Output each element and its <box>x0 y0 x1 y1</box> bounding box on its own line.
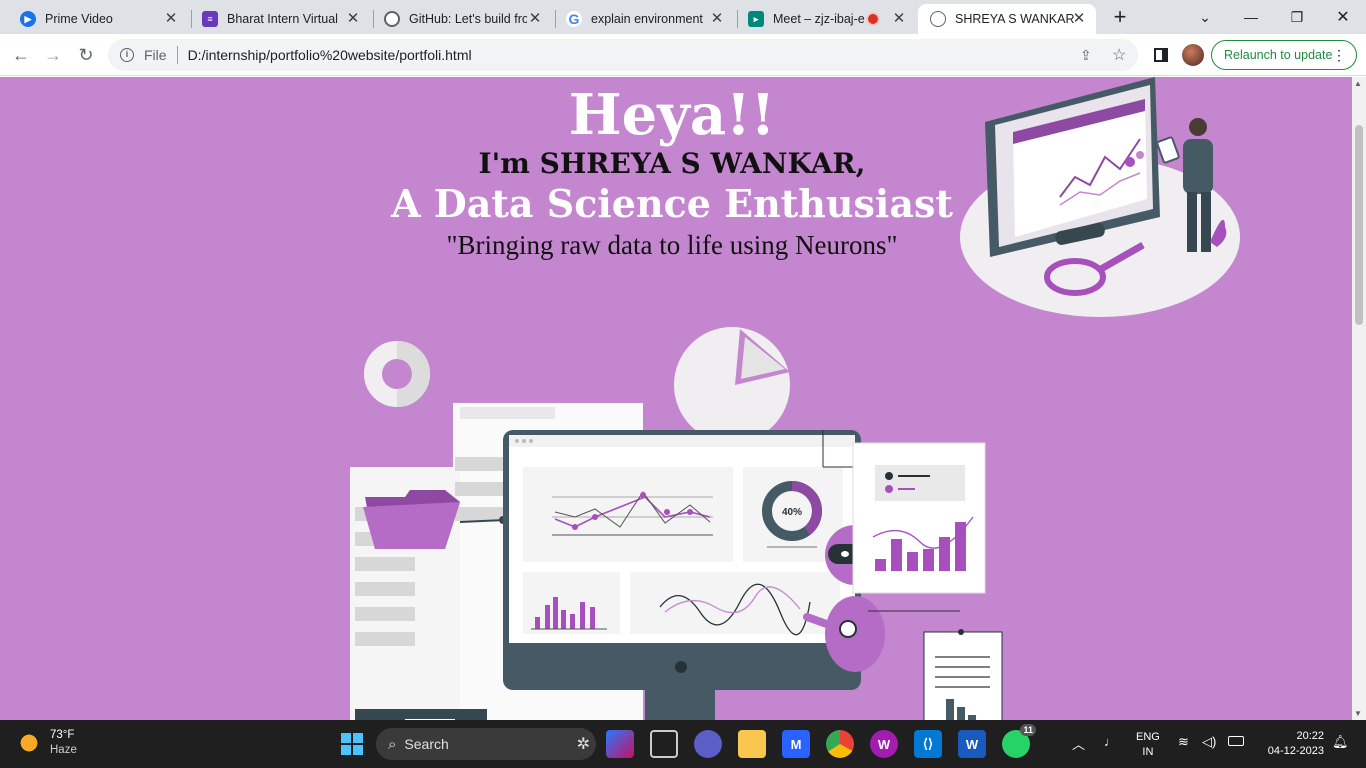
forms-icon: ≡ <box>202 11 218 27</box>
meet-icon: ▸ <box>748 11 764 27</box>
taskbar-search[interactable]: ⌕ Search ✲ <box>376 728 596 760</box>
browser-toolbar: ← → ↻ i File D:/internship/portfolio%20w… <box>0 34 1366 76</box>
menu-kebab-icon[interactable]: ⋮ <box>1332 47 1346 64</box>
tab-search-button[interactable]: ⌄ <box>1182 0 1228 34</box>
windows-taskbar: 73°F Haze ⌕ Search ✲ M W ⟨⟩ W 11 ︿ ♩ ENG… <box>0 720 1366 768</box>
close-tab-icon[interactable]: ✕ <box>162 9 180 27</box>
recording-indicator-icon <box>868 14 878 24</box>
volume-icon[interactable]: ◁) <box>1202 734 1216 750</box>
google-icon: G <box>566 11 582 27</box>
analyst-illustration <box>960 77 1240 317</box>
language-indicator[interactable]: ENG IN <box>1136 730 1160 760</box>
restore-button[interactable]: ❐ <box>1274 0 1320 34</box>
app-icon-w[interactable]: W <box>870 730 898 758</box>
side-panel-icon[interactable] <box>1147 41 1175 69</box>
donut-percent-label: 40% <box>782 507 802 518</box>
task-view-icon[interactable] <box>650 730 678 758</box>
close-tab-icon[interactable]: ✕ <box>1070 9 1088 27</box>
scroll-down-icon[interactable]: ▼ <box>1354 709 1362 718</box>
close-tab-icon[interactable]: ✕ <box>344 9 362 27</box>
microphone-icon[interactable]: ♩ <box>1104 734 1117 749</box>
close-tab-icon[interactable]: ✕ <box>526 9 544 27</box>
info-icon[interactable]: i <box>120 48 134 62</box>
clock-time: 20:22 <box>1296 730 1324 742</box>
whatsapp-icon[interactable]: 11 <box>1002 724 1036 758</box>
search-icon: ⌕ <box>388 735 397 753</box>
tab-title: Meet – zjz-ibaj-er <box>773 12 865 26</box>
bookmark-star-icon[interactable]: ☆ <box>1112 45 1126 65</box>
dashboard-illustration: 40% <box>350 327 1003 720</box>
new-tab-button[interactable]: + <box>1108 4 1132 30</box>
profile-avatar[interactable] <box>1179 41 1207 69</box>
clock[interactable]: 20:22 04-12-2023 <box>1258 729 1324 759</box>
tab-meet[interactable]: ▸ Meet – zjz-ibaj-er ✕ <box>736 4 916 34</box>
search-highlight-icon: ✲ <box>576 736 590 753</box>
scheme-label: File <box>144 47 167 63</box>
language-line2: IN <box>1142 746 1154 758</box>
tab-bharat-intern[interactable]: ≡ Bharat Intern Virtual I ✕ <box>190 4 370 34</box>
clock-date: 04-12-2023 <box>1267 745 1324 757</box>
language-line1: ENG <box>1136 731 1160 743</box>
close-window-button[interactable]: ✕ <box>1320 0 1366 34</box>
relaunch-to-update-button[interactable]: Relaunch to update ⋮ <box>1211 40 1357 70</box>
scroll-up-icon[interactable]: ▲ <box>1354 79 1362 88</box>
back-button[interactable]: ← <box>8 42 34 68</box>
vertical-scrollbar[interactable]: ▲ ▼ <box>1352 77 1366 720</box>
reload-button[interactable]: ↻ <box>73 42 99 68</box>
globe-icon <box>930 11 946 27</box>
address-bar[interactable]: i File D:/internship/portfolio%20website… <box>108 39 1138 71</box>
minimize-button[interactable]: — <box>1228 0 1274 34</box>
weather-widget[interactable]: 73°F Haze <box>16 728 77 758</box>
vscode-icon[interactable]: ⟨⟩ <box>914 730 942 758</box>
tab-strip: ▶ Prime Video ✕ ≡ Bharat Intern Virtual … <box>0 0 1366 34</box>
tab-google-search[interactable]: G explain environmenta ✕ <box>554 4 734 34</box>
prime-video-icon: ▶ <box>20 11 36 27</box>
start-button[interactable] <box>338 730 366 758</box>
notification-bell-icon[interactable]: 🔔︎ <box>1332 734 1349 750</box>
tab-title: SHREYA S WANKAR <box>955 12 1075 26</box>
pie-chart-icon <box>674 327 790 443</box>
url-text[interactable]: D:/internship/portfolio%20website/portfo… <box>188 47 472 63</box>
teams-chat-icon[interactable] <box>694 730 722 758</box>
portfolio-page: Heya!! I'm SHREYA S WANKAR, A Data Scien… <box>0 77 1352 720</box>
tab-prime-video[interactable]: ▶ Prime Video ✕ <box>8 4 188 34</box>
close-tab-icon[interactable]: ✕ <box>890 9 908 27</box>
wifi-icon[interactable]: ≋ <box>1178 734 1189 750</box>
battery-icon[interactable] <box>1228 736 1244 746</box>
tab-github[interactable]: GitHub: Let's build fro ✕ <box>372 4 552 34</box>
scrollbar-thumb[interactable] <box>1355 125 1363 325</box>
copilot-preview-icon[interactable] <box>606 730 634 758</box>
github-icon <box>384 11 400 27</box>
chrome-icon[interactable] <box>826 730 854 758</box>
relaunch-label: Relaunch to update <box>1224 48 1333 62</box>
tab-portfolio[interactable]: SHREYA S WANKAR ✕ <box>918 4 1096 34</box>
file-explorer-icon[interactable] <box>738 730 766 758</box>
tab-title: GitHub: Let's build fro <box>409 12 527 26</box>
tab-title: explain environmenta <box>591 12 703 26</box>
weather-condition: Haze <box>50 744 77 756</box>
share-icon[interactable]: ⇪ <box>1080 47 1092 64</box>
forward-button[interactable]: → <box>40 42 66 68</box>
whatsapp-badge: 11 <box>1020 724 1036 736</box>
weather-temp: 73°F <box>50 729 75 741</box>
word-icon[interactable]: W <box>958 730 986 758</box>
app-icon-m[interactable]: M <box>782 730 810 758</box>
tab-title: Bharat Intern Virtual I <box>227 12 339 26</box>
close-tab-icon[interactable]: ✕ <box>708 9 726 27</box>
search-label: Search <box>404 736 449 752</box>
haze-icon <box>16 730 42 756</box>
show-hidden-icons-icon[interactable]: ︿ <box>1072 734 1085 753</box>
tab-title: Prime Video <box>45 12 113 26</box>
